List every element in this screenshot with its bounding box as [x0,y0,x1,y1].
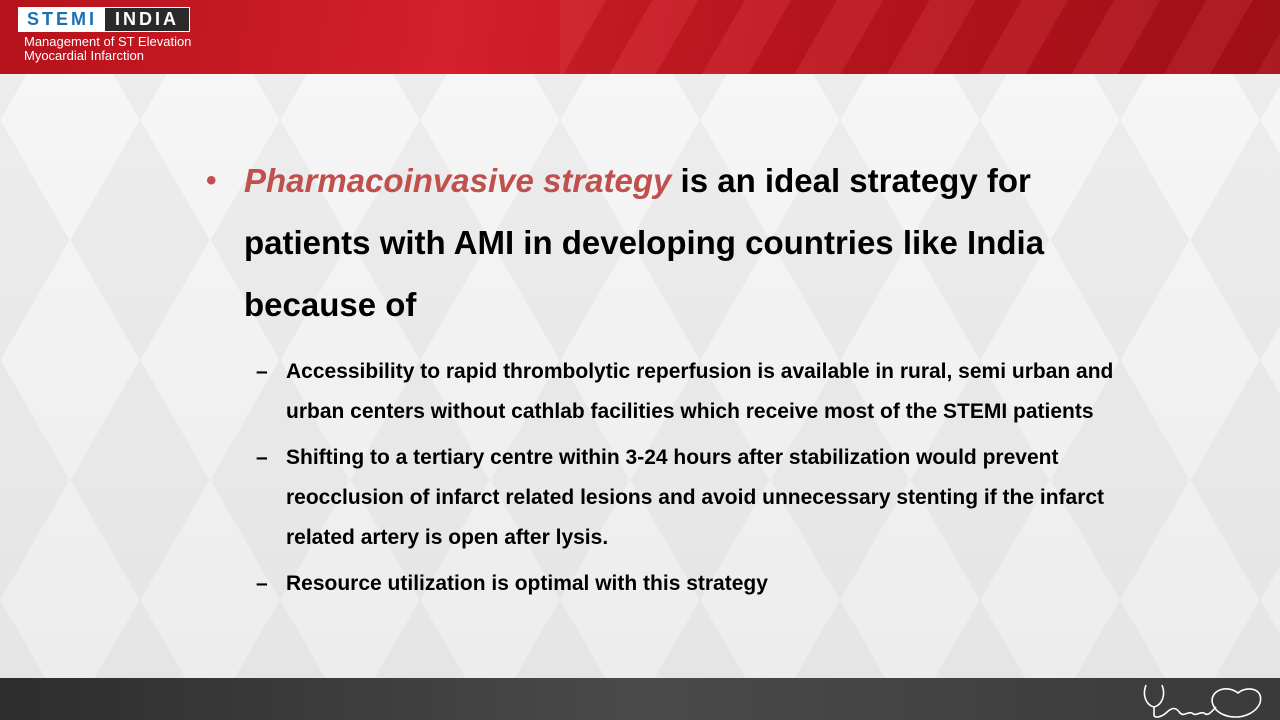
logo-stemi-text: STEMI [19,8,106,31]
header-subtitle-line2: Myocardial Infarction [24,48,144,63]
sub-bullet-item: – Resource utilization is optimal with t… [256,564,1126,604]
bullet-dot-icon: • [206,164,217,197]
slide-content: • Pharmacoinvasive strategy is an ideal … [206,150,1126,610]
header-subtitle-line1: Management of ST Elevation [24,34,192,49]
sub-bullet-text: Shifting to a tertiary centre within 3-2… [286,446,1105,549]
sub-bullet-text: Resource utilization is optimal with thi… [286,572,768,595]
main-bullet-emphasis: Pharmacoinvasive strategy [244,162,672,199]
stethoscope-heart-icon [1143,684,1262,718]
sub-bullet-list: – Accessibility to rapid thrombolytic re… [206,352,1126,604]
sub-bullet-item: – Accessibility to rapid thrombolytic re… [256,352,1126,432]
header-subtitle: Management of ST Elevation Myocardial In… [24,35,191,63]
header-bar: STEMI INDIA Management of ST Elevation M… [0,0,1280,74]
header-texture [560,0,1280,74]
dash-icon: – [256,572,268,595]
dash-icon: – [256,446,268,469]
main-bullet: • Pharmacoinvasive strategy is an ideal … [206,150,1126,336]
sub-bullet-item: – Shifting to a tertiary centre within 3… [256,438,1126,558]
slide: STEMI INDIA Management of ST Elevation M… [0,0,1280,720]
stemi-india-logo: STEMI INDIA [18,7,191,32]
footer-bar [0,678,1280,720]
logo-india-text: INDIA [105,8,190,31]
dash-icon: – [256,360,268,383]
sub-bullet-text: Accessibility to rapid thrombolytic repe… [286,360,1114,423]
